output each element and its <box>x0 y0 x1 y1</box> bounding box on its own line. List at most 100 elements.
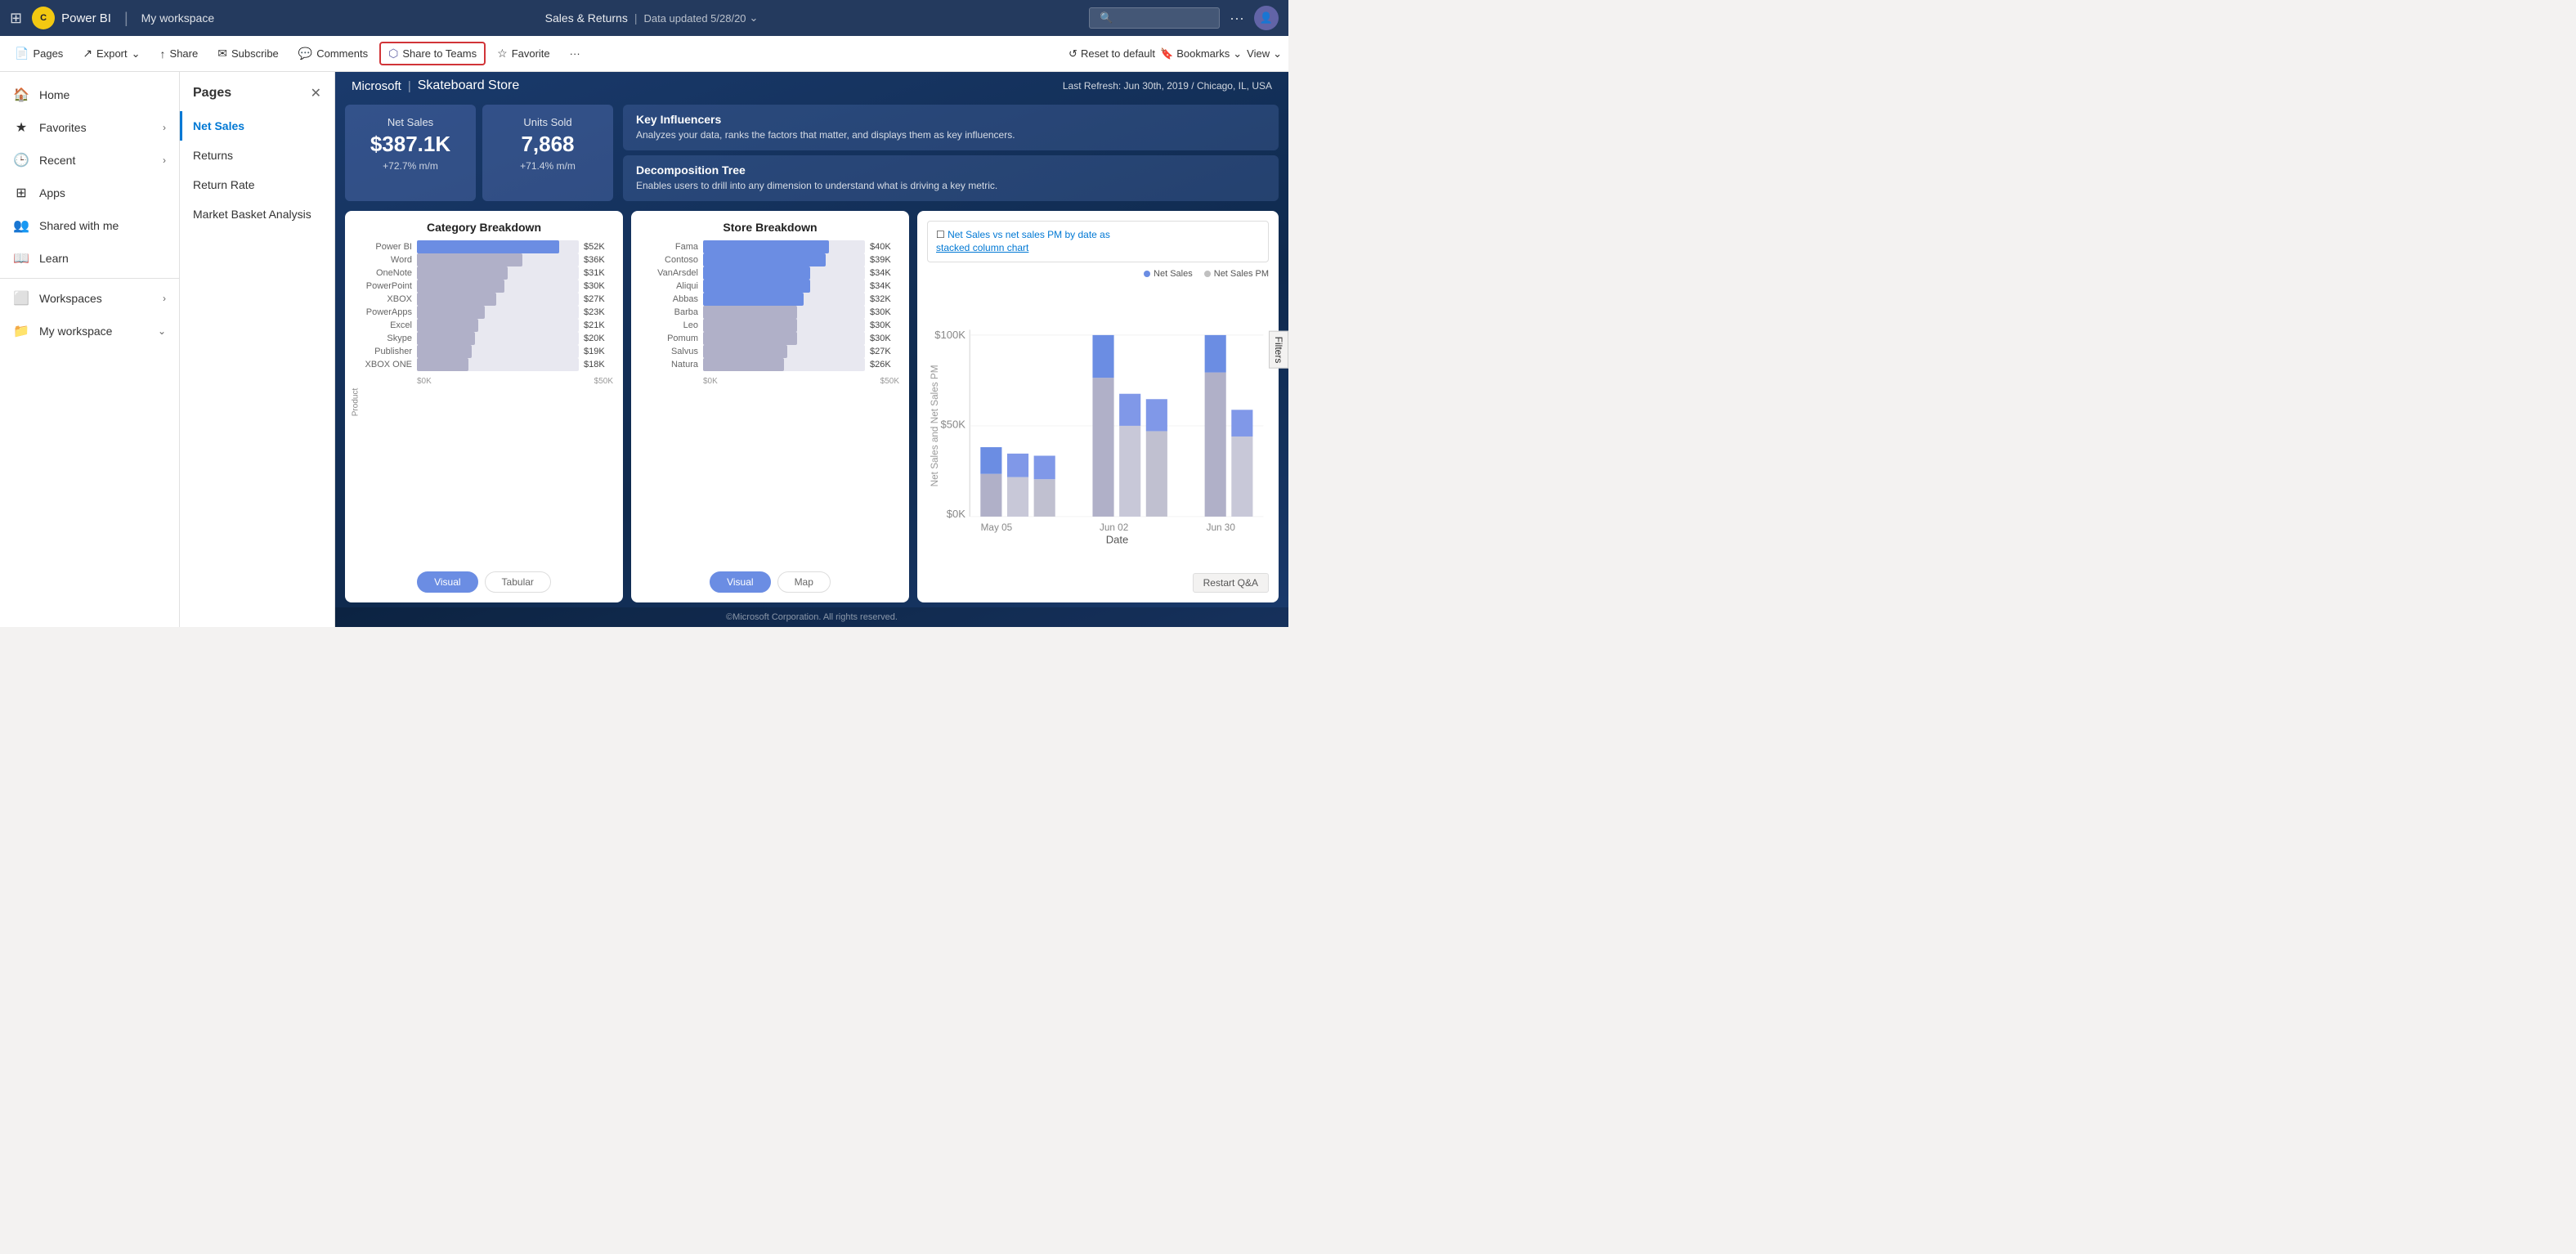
bar-container <box>417 345 579 358</box>
insight-card-decomp-tree[interactable]: Decomposition Tree Enables users to dril… <box>623 155 1279 201</box>
svg-text:Net Sales and Net Sales PM: Net Sales and Net Sales PM <box>930 365 940 487</box>
bar-value: $30K <box>870 334 899 343</box>
brand-logo: C <box>32 7 55 29</box>
export-button[interactable]: ↗ Export ⌄ <box>74 43 148 65</box>
bar-value: $21K <box>584 320 613 330</box>
export-label: Export <box>96 47 128 60</box>
bar-value: $36K <box>584 255 613 265</box>
store-map-tab[interactable]: Map <box>777 571 831 593</box>
more-options-icon[interactable]: ··· <box>1230 10 1244 27</box>
category-breakdown-card: Category Breakdown Product Power BI $52K… <box>345 211 623 602</box>
bar-label: Abbas <box>641 294 698 304</box>
sidebar-item-label-home: Home <box>39 88 69 101</box>
qa-prompt-text: ☐ Net Sales vs net sales PM by date as s… <box>936 228 1260 256</box>
bar-fill <box>703 266 810 280</box>
store-chart-title: Store Breakdown <box>641 221 899 234</box>
svg-text:Date: Date <box>1106 534 1129 546</box>
toolbar-more-button[interactable]: ··· <box>562 43 589 64</box>
sidebar-item-favorites[interactable]: ★ Favorites › <box>0 111 179 144</box>
qa-prompt-box[interactable]: ☐ Net Sales vs net sales PM by date as s… <box>927 221 1269 263</box>
reset-button[interactable]: ↺ Reset to default <box>1068 47 1155 60</box>
kpi-value-net-sales: $387.1K <box>361 132 459 157</box>
bar-value: $27K <box>870 347 899 356</box>
subscribe-button[interactable]: ✉ Subscribe <box>209 43 287 65</box>
sidebar-item-shared[interactable]: 👥 Shared with me <box>0 209 179 242</box>
breadcrumb: Microsoft | Skateboard Store <box>352 78 519 93</box>
avatar-icon: 👤 <box>1260 11 1273 25</box>
category-tabular-tab[interactable]: Tabular <box>485 571 551 593</box>
bar-fill <box>703 345 787 358</box>
store-visual-tab[interactable]: Visual <box>710 571 770 593</box>
bar-container <box>703 240 865 253</box>
search-box[interactable]: 🔍 <box>1089 7 1220 29</box>
bar-may12-ns <box>1007 454 1028 477</box>
pages-close-button[interactable]: ✕ <box>311 85 321 101</box>
bar-label: Excel <box>355 320 412 330</box>
pages-header: Pages ✕ <box>180 78 334 111</box>
subscribe-icon: ✉ <box>217 47 227 60</box>
svg-text:$0K: $0K <box>947 508 966 520</box>
bookmark-icon: 🔖 <box>1160 47 1173 60</box>
bar-value: $30K <box>870 307 899 317</box>
grid-icon[interactable]: ⊞ <box>10 10 22 27</box>
sidebar-item-myworkspace[interactable]: 📁 My workspace ⌄ <box>0 315 179 347</box>
toolbar-more-icon: ··· <box>570 47 580 60</box>
sidebar-item-home[interactable]: 🏠 Home <box>0 78 179 111</box>
filters-tab[interactable]: Filters <box>1269 330 1288 369</box>
page-item-returns[interactable]: Returns <box>180 141 334 170</box>
sidebar-item-label-apps: Apps <box>39 186 65 199</box>
bar-row: Power BI $52K <box>355 240 613 253</box>
page-item-return-rate[interactable]: Return Rate <box>180 170 334 199</box>
comments-icon: 💬 <box>298 47 312 60</box>
category-visual-tab[interactable]: Visual <box>417 571 477 593</box>
kpi-label-units-sold: Units Sold <box>499 116 597 128</box>
bar-value: $34K <box>870 281 899 291</box>
svg-text:Jun 30: Jun 30 <box>1207 522 1236 533</box>
sidebar-item-apps[interactable]: ⊞ Apps <box>0 177 179 209</box>
bookmarks-chevron: ⌄ <box>1233 47 1242 60</box>
insight-card-key-influencers[interactable]: Key Influencers Analyzes your data, rank… <box>623 105 1279 150</box>
bar-row: OneNote $31K <box>355 266 613 280</box>
bar-row: VanArsdel $34K <box>641 266 899 280</box>
chevron-icon[interactable]: ⌄ <box>750 11 759 25</box>
bar-label: Word <box>355 255 412 265</box>
bar-label: PowerPoint <box>355 281 412 291</box>
trend-chart-area: $100K $50K $0K Net Sales and Net Sales P… <box>927 282 1269 570</box>
pages-button[interactable]: 📄 Pages <box>7 43 71 65</box>
bar-container <box>417 358 579 371</box>
bar-jun09-ns <box>1119 394 1140 426</box>
workspace-label[interactable]: My workspace <box>141 11 214 25</box>
sidebar-item-recent[interactable]: 🕒 Recent › <box>0 144 179 177</box>
apps-icon: ⊞ <box>13 185 29 201</box>
bar-row: PowerApps $23K <box>355 306 613 319</box>
bar-jun16-ns <box>1146 399 1167 431</box>
share-button[interactable]: ↑ Share <box>152 43 207 65</box>
bar-value: $40K <box>870 242 899 252</box>
sidebar-item-learn[interactable]: 📖 Learn <box>0 242 179 275</box>
restart-qa-button[interactable]: Restart Q&A <box>1193 573 1269 593</box>
brand: C Power BI <box>32 7 111 29</box>
bar-row: Word $36K <box>355 253 613 266</box>
sidebar-item-label-learn: Learn <box>39 252 69 265</box>
teams-icon: ⬡ <box>388 47 398 60</box>
bar-label: Contoso <box>641 255 698 265</box>
share-teams-button[interactable]: ⬡ Share to Teams <box>379 42 486 65</box>
store-x-axis: $0K $50K <box>641 377 899 386</box>
qa-card-inner: ☐ Net Sales vs net sales PM by date as s… <box>927 221 1269 593</box>
page-item-market-basket[interactable]: Market Basket Analysis <box>180 199 334 229</box>
view-label: View <box>1247 47 1270 60</box>
share-teams-label: Share to Teams <box>402 47 477 60</box>
view-button[interactable]: View ⌄ <box>1247 47 1282 60</box>
bookmarks-button[interactable]: 🔖 Bookmarks ⌄ <box>1160 47 1242 60</box>
page-item-net-sales[interactable]: Net Sales <box>180 111 334 141</box>
favorite-button[interactable]: ☆ Favorite <box>489 43 558 65</box>
kpi-value-units-sold: 7,868 <box>499 132 597 157</box>
svg-text:Jun 02: Jun 02 <box>1100 522 1128 533</box>
store-chart-tabs: Visual Map <box>641 571 899 593</box>
sidebar-item-workspaces[interactable]: ⬜ Workspaces › <box>0 282 179 315</box>
avatar[interactable]: 👤 <box>1254 6 1279 30</box>
nav-separator: | <box>124 10 128 27</box>
bar-row: Abbas $32K <box>641 293 899 306</box>
bar-container <box>417 306 579 319</box>
comments-button[interactable]: 💬 Comments <box>290 43 376 65</box>
